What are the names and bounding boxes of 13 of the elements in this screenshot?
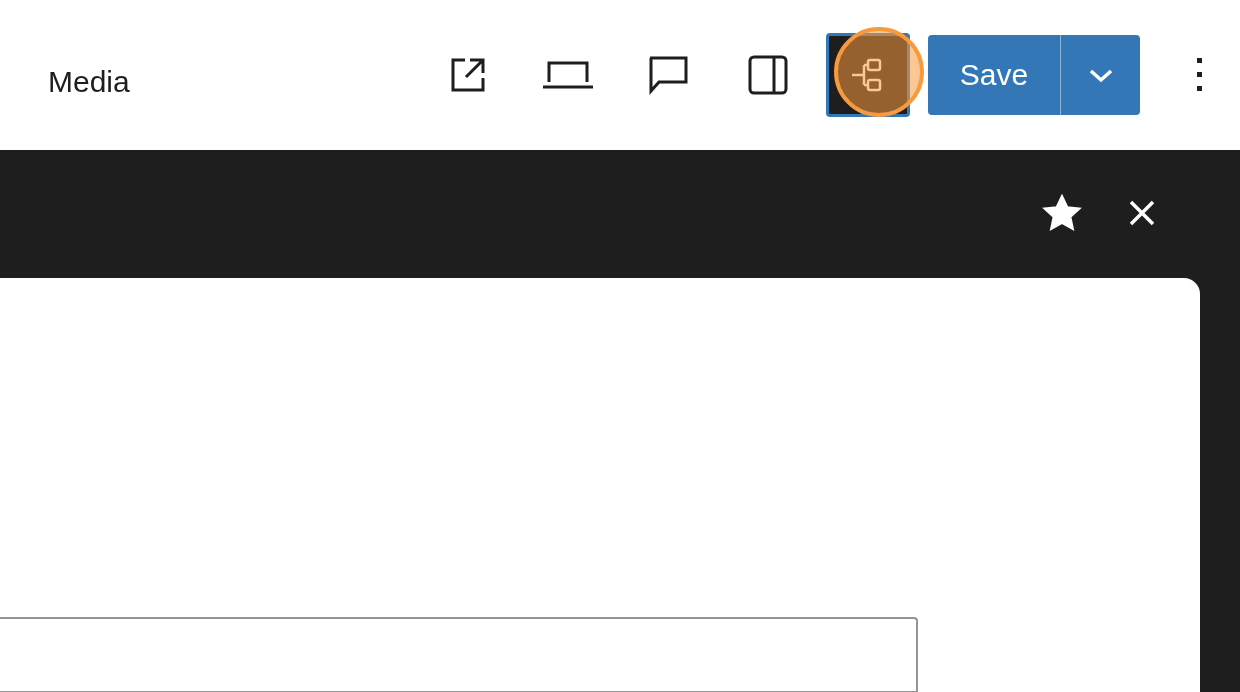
more-vertical-icon (1196, 57, 1204, 93)
save-button[interactable]: Save (928, 35, 1060, 115)
structure-button[interactable] (826, 33, 910, 117)
page-title: Media (48, 65, 130, 99)
laptop-icon (542, 60, 594, 90)
close-button[interactable] (1128, 199, 1156, 227)
chevron-down-icon (1087, 67, 1114, 83)
close-icon (1128, 199, 1156, 227)
sidebar-icon (748, 55, 788, 95)
input-field[interactable] (0, 617, 918, 692)
star-button[interactable] (1042, 194, 1082, 232)
comment-icon (647, 55, 689, 95)
star-icon (1042, 194, 1082, 232)
